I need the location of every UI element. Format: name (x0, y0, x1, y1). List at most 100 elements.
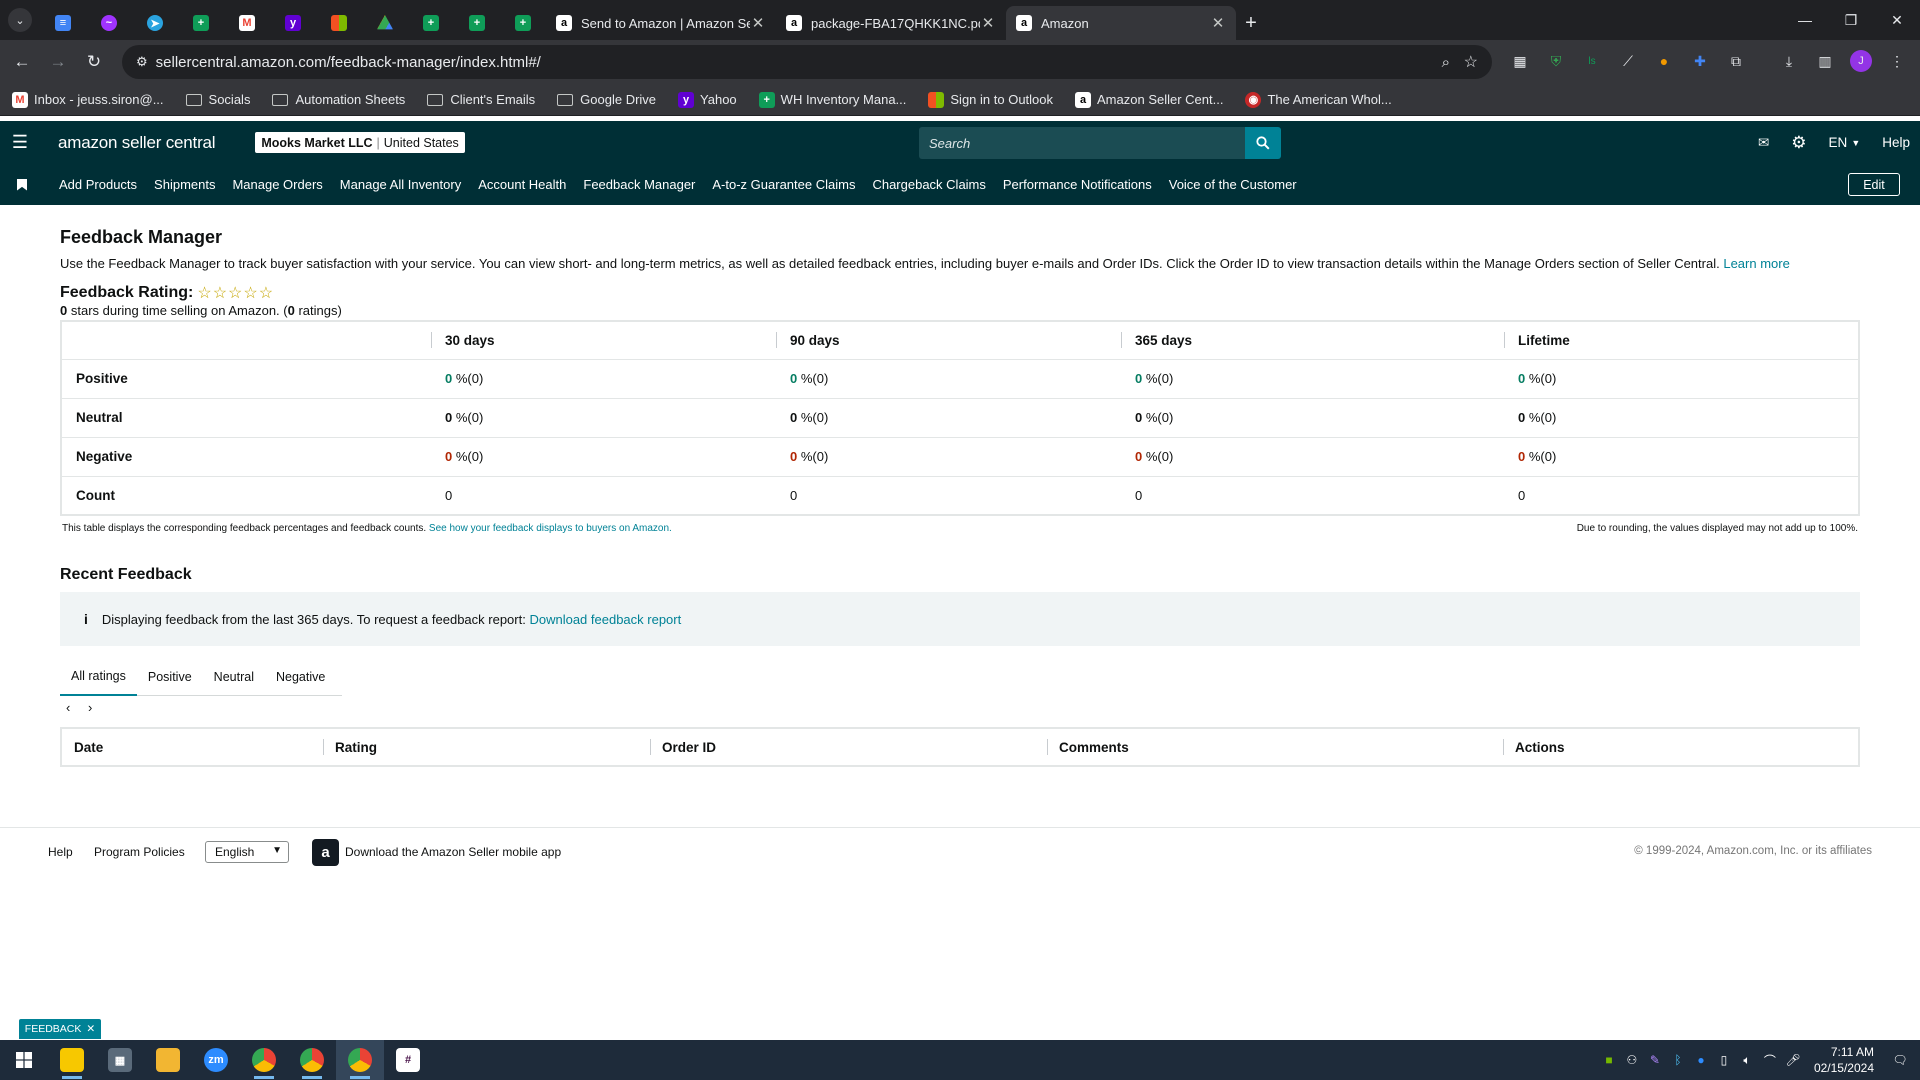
new-tab-button[interactable]: + (1236, 6, 1266, 40)
color-extension-icon[interactable]: ● (1653, 50, 1675, 72)
nav-manage-orders[interactable]: Manage Orders (232, 177, 322, 192)
close-icon[interactable]: ✕ (1210, 14, 1226, 32)
close-window-icon[interactable]: ✕ (1874, 0, 1920, 40)
search-button[interactable] (1245, 127, 1281, 159)
feedback-display-link[interactable]: See how your feedback displays to buyers… (429, 523, 672, 534)
minimize-icon[interactable]: — (1782, 0, 1828, 40)
taskbar-calculator[interactable]: ▦ (96, 1040, 144, 1080)
bookmark-google-drive[interactable]: Google Drive (557, 92, 656, 107)
hamburger-menu-icon[interactable]: ☰ (0, 121, 40, 164)
taskbar-chrome-1[interactable] (240, 1040, 288, 1080)
taskbar-file-explorer[interactable] (144, 1040, 192, 1080)
bookmark-american-wholesale[interactable]: ◉ The American Whol... (1245, 91, 1392, 108)
tab-negative[interactable]: Negative (265, 658, 336, 696)
pinned-tab-gmail[interactable]: M (224, 6, 270, 40)
nvidia-icon[interactable]: ■ (1599, 1053, 1619, 1067)
forward-icon[interactable]: → (40, 44, 76, 80)
zoom-icon[interactable]: ⌕ (1442, 54, 1450, 71)
nav-account-health[interactable]: Account Health (478, 177, 566, 192)
language-selector[interactable]: EN ▼ (1829, 135, 1861, 150)
tab-all-ratings[interactable]: All ratings (60, 658, 137, 696)
pen-extension-icon[interactable]: ⟋ (1617, 50, 1639, 72)
taskbar-sticky-notes[interactable] (48, 1040, 96, 1080)
plus-extension-icon[interactable]: ✚ (1689, 50, 1711, 72)
feedback-tab-button[interactable]: FEEDBACK ✕ (19, 1019, 101, 1039)
learn-more-link[interactable]: Learn more (1723, 256, 1789, 271)
menu-dots-icon[interactable]: ⋮ (1886, 50, 1908, 72)
bookmark-icon[interactable] (17, 178, 27, 191)
nav-feedback-manager[interactable]: Feedback Manager (583, 177, 695, 192)
bookmark-amazon-seller[interactable]: a Amazon Seller Cent... (1075, 91, 1223, 108)
bookmark-star-icon[interactable]: ☆ (1464, 52, 1478, 72)
footer-app-link[interactable]: Download the Amazon Seller mobile app (345, 845, 561, 859)
pinned-tab-sheets-4[interactable]: + (500, 6, 546, 40)
taskbar-chrome-2[interactable] (288, 1040, 336, 1080)
zoom-tray-icon[interactable]: ● (1691, 1053, 1711, 1067)
bookmark-socials[interactable]: Socials (185, 92, 250, 107)
pinned-tab-yahoo[interactable]: y (270, 6, 316, 40)
bookmark-wh-inventory[interactable]: + WH Inventory Mana... (758, 91, 906, 108)
download-report-link[interactable]: Download feedback report (529, 612, 681, 627)
nav-add-products[interactable]: Add Products (59, 177, 137, 192)
profile-avatar[interactable]: J (1850, 50, 1872, 72)
close-icon[interactable]: ✕ (86, 1023, 95, 1035)
mail-icon[interactable]: ✉ (1758, 135, 1769, 151)
clock[interactable]: 7:11 AM 02/15/2024 (1814, 1044, 1874, 1076)
help-link[interactable]: Help (1882, 135, 1910, 150)
pinned-tab-messenger[interactable]: ~ (86, 6, 132, 40)
bookmark-automation-sheets[interactable]: Automation Sheets (272, 92, 405, 107)
gear-icon[interactable]: ⚙ (1791, 133, 1806, 153)
nav-voice-of-customer[interactable]: Voice of the Customer (1169, 177, 1297, 192)
qr-extension-icon[interactable]: ▦ (1509, 50, 1531, 72)
puzzle-icon[interactable]: ⧉ (1725, 50, 1747, 72)
site-info-icon[interactable]: ⚙ (136, 54, 148, 70)
taskbar-chrome-3[interactable] (336, 1040, 384, 1080)
nav-shipments[interactable]: Shipments (154, 177, 215, 192)
pinned-tab-sheets-3[interactable]: + (454, 6, 500, 40)
edit-nav-button[interactable]: Edit (1848, 173, 1900, 196)
volume-icon[interactable]: 🔈︎ (1737, 1053, 1757, 1068)
tab-positive[interactable]: Positive (137, 658, 203, 696)
pinned-tab-drive[interactable] (362, 6, 408, 40)
back-icon[interactable]: ← (4, 44, 40, 80)
microphone-icon[interactable]: 🎤︎ (1783, 1053, 1803, 1067)
seller-central-logo[interactable]: amazon seller central (58, 133, 216, 153)
chevron-left-icon[interactable]: ‹ (66, 700, 88, 715)
wifi-icon[interactable]: ⌒ (1760, 1052, 1780, 1069)
nav-a-to-z-claims[interactable]: A-to-z Guarantee Claims (712, 177, 855, 192)
close-icon[interactable]: ✕ (750, 14, 766, 32)
taskbar-slack[interactable]: # (384, 1040, 432, 1080)
pen-icon[interactable]: ✎ (1645, 1053, 1665, 1067)
tab-neutral[interactable]: Neutral (203, 658, 265, 696)
bluetooth-icon[interactable]: ᛒ (1668, 1053, 1688, 1067)
tab-send-to-amazon[interactable]: a Send to Amazon | Amazon Selle ✕ (546, 6, 776, 40)
bookmark-clients-emails[interactable]: Client's Emails (427, 92, 535, 107)
search-input[interactable]: Search (919, 127, 1245, 159)
tab-amazon[interactable]: a Amazon ✕ (1006, 6, 1236, 40)
close-icon[interactable]: ✕ (980, 14, 996, 32)
bookmark-outlook[interactable]: Sign in to Outlook (928, 91, 1053, 108)
network-share-icon[interactable]: ⚇ (1622, 1053, 1642, 1067)
notifications-icon[interactable]: 🗨︎ (1890, 1053, 1910, 1067)
pinned-tab-sheets-1[interactable]: + (178, 6, 224, 40)
pinned-tab-docs[interactable]: ≡ (40, 6, 86, 40)
battery-icon[interactable]: ▯ (1714, 1053, 1734, 1067)
bookmark-inbox[interactable]: M Inbox - jeuss.siron@... (12, 91, 164, 108)
pinned-tab-sheets-2[interactable]: + (408, 6, 454, 40)
extension-icon[interactable]: ls (1581, 50, 1603, 72)
nav-chargeback-claims[interactable]: Chargeback Claims (872, 177, 985, 192)
shield-extension-icon[interactable]: ⛨ (1545, 50, 1567, 72)
chevron-right-icon[interactable]: › (88, 700, 110, 715)
amazon-app-icon[interactable]: a (312, 839, 339, 866)
taskbar-zoom[interactable]: zm (192, 1040, 240, 1080)
bookmark-yahoo[interactable]: y Yahoo (678, 91, 737, 108)
footer-program-policies-link[interactable]: Program Policies (94, 845, 185, 859)
tab-search-button[interactable]: ⌄ (8, 8, 32, 32)
footer-language-select[interactable]: English ▼ (205, 841, 289, 863)
account-switcher[interactable]: Mooks Market LLC | United States (255, 132, 465, 153)
pinned-tab-telegram[interactable]: ➤ (132, 6, 178, 40)
pinned-tab-microsoft[interactable] (316, 6, 362, 40)
reload-icon[interactable]: ↻ (76, 44, 112, 80)
restore-icon[interactable]: ❐ (1828, 0, 1874, 40)
side-panel-icon[interactable]: ▥ (1814, 50, 1836, 72)
